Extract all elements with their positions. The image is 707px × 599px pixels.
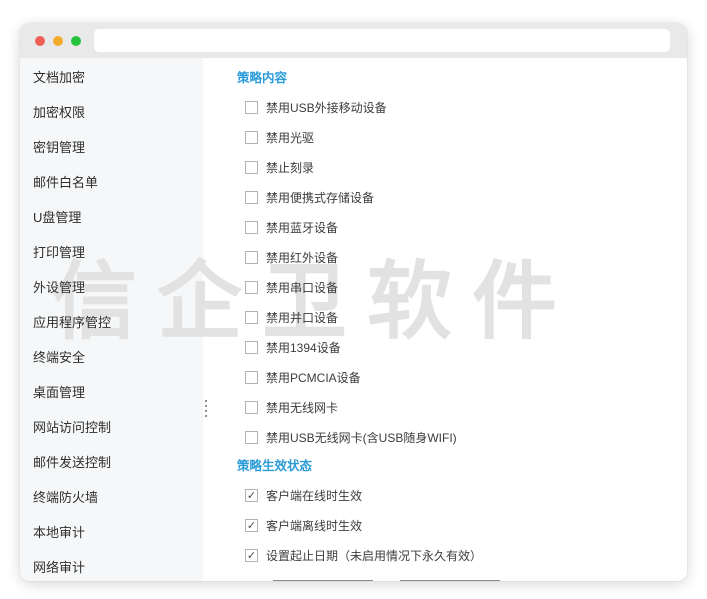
- checkbox-label: 禁用1394设备: [266, 339, 341, 356]
- checkbox-checked-icon[interactable]: ✓: [245, 519, 258, 532]
- window-controls: [35, 36, 81, 46]
- sidebar-item-5[interactable]: U盘管理: [20, 200, 203, 235]
- sidebar: 文档加密加密权限密钥管理邮件白名单U盘管理打印管理外设管理应用程序管控终端安全桌…: [20, 58, 203, 581]
- checkbox-label: 禁用无线网卡: [266, 399, 338, 416]
- checkbox-unchecked-icon[interactable]: [245, 251, 258, 264]
- checkbox-label: 禁用便携式存储设备: [266, 189, 374, 206]
- sidebar-item-2[interactable]: 加密权限: [20, 95, 203, 130]
- checkbox-unchecked-icon[interactable]: [245, 281, 258, 294]
- sidebar-item-3[interactable]: 密钥管理: [20, 130, 203, 165]
- address-bar-input[interactable]: [94, 29, 670, 52]
- checkbox-label: 禁用串口设备: [266, 279, 338, 296]
- checkbox-row[interactable]: 禁用并口设备: [237, 302, 687, 332]
- checkbox-label: 禁用蓝牙设备: [266, 219, 338, 236]
- checkbox-row[interactable]: 禁用红外设备: [237, 242, 687, 272]
- checkbox-unchecked-icon[interactable]: [245, 221, 258, 234]
- sidebar-item-14[interactable]: 本地审计: [20, 515, 203, 550]
- checkbox-row[interactable]: 禁用USB无线网卡(含USB随身WIFI): [237, 422, 687, 452]
- checkbox-label: 禁用光驱: [266, 129, 314, 146]
- checkbox-row[interactable]: 禁用USB外接移动设备: [237, 92, 687, 122]
- start-date-input[interactable]: [273, 572, 373, 581]
- checkbox-row[interactable]: 禁用蓝牙设备: [237, 212, 687, 242]
- checkbox-checked-icon[interactable]: ✓: [245, 549, 258, 562]
- sidebar-item-6[interactable]: 打印管理: [20, 235, 203, 270]
- checkbox-unchecked-icon[interactable]: [245, 311, 258, 324]
- checkbox-row[interactable]: ✓ 设置起止日期（未启用情况下永久有效）: [237, 540, 687, 570]
- sidebar-item-11[interactable]: 网站访问控制: [20, 410, 203, 445]
- content-area: 信企卫软件 文档加密加密权限密钥管理邮件白名单U盘管理打印管理外设管理应用程序管…: [20, 58, 687, 581]
- sidebar-item-13[interactable]: 终端防火墙: [20, 480, 203, 515]
- checkbox-label: 禁用并口设备: [266, 309, 338, 326]
- checkbox-row[interactable]: 禁用1394设备: [237, 332, 687, 362]
- sidebar-item-8[interactable]: 应用程序管控: [20, 305, 203, 340]
- sidebar-item-9[interactable]: 终端安全: [20, 340, 203, 375]
- checkbox-label: 设置起止日期（未启用情况下永久有效）: [266, 547, 482, 564]
- checkbox-checked-icon[interactable]: ✓: [245, 489, 258, 502]
- checkbox-row[interactable]: 禁止刻录: [237, 152, 687, 182]
- app-window: 信企卫软件 文档加密加密权限密钥管理邮件白名单U盘管理打印管理外设管理应用程序管…: [20, 23, 687, 581]
- date-range-row: [237, 572, 687, 581]
- checkbox-row[interactable]: ✓ 客户端离线时生效: [237, 510, 687, 540]
- checkbox-label: 禁用USB外接移动设备: [266, 99, 387, 116]
- minimize-button[interactable]: [53, 36, 63, 46]
- sidebar-item-7[interactable]: 外设管理: [20, 270, 203, 305]
- sidebar-item-4[interactable]: 邮件白名单: [20, 165, 203, 200]
- checkbox-row[interactable]: ✓ 客户端在线时生效: [237, 480, 687, 510]
- checkbox-unchecked-icon[interactable]: [245, 161, 258, 174]
- checkbox-unchecked-icon[interactable]: [245, 191, 258, 204]
- checkbox-row[interactable]: 禁用串口设备: [237, 272, 687, 302]
- sidebar-item-1[interactable]: 文档加密: [20, 60, 203, 95]
- close-button[interactable]: [35, 36, 45, 46]
- checkbox-row[interactable]: 禁用PCMCIA设备: [237, 362, 687, 392]
- checkbox-unchecked-icon[interactable]: [245, 401, 258, 414]
- checkbox-label: 客户端在线时生效: [266, 487, 362, 504]
- checkbox-row[interactable]: 禁用光驱: [237, 122, 687, 152]
- checkbox-unchecked-icon[interactable]: [245, 431, 258, 444]
- checkbox-label: 禁用红外设备: [266, 249, 338, 266]
- titlebar: [20, 23, 687, 58]
- checkbox-row[interactable]: 禁用便携式存储设备: [237, 182, 687, 212]
- checkbox-row[interactable]: 禁用无线网卡: [237, 392, 687, 422]
- drag-handle-icon[interactable]: [205, 400, 207, 417]
- sidebar-item-15[interactable]: 网络审计: [20, 550, 203, 581]
- checkbox-unchecked-icon[interactable]: [245, 101, 258, 114]
- checkbox-unchecked-icon[interactable]: [245, 341, 258, 354]
- end-date-input[interactable]: [400, 572, 500, 581]
- zoom-button[interactable]: [71, 36, 81, 46]
- checkbox-unchecked-icon[interactable]: [245, 371, 258, 384]
- sidebar-item-10[interactable]: 桌面管理: [20, 375, 203, 410]
- checkbox-label: 禁用USB无线网卡(含USB随身WIFI): [266, 429, 457, 446]
- policy-content-title: 策略内容: [237, 64, 687, 92]
- checkbox-label: 客户端离线时生效: [266, 517, 362, 534]
- checkbox-label: 禁止刻录: [266, 159, 314, 176]
- sidebar-item-12[interactable]: 邮件发送控制: [20, 445, 203, 480]
- checkbox-label: 禁用PCMCIA设备: [266, 369, 361, 386]
- policy-content-list: 禁用USB外接移动设备禁用光驱禁止刻录禁用便携式存储设备禁用蓝牙设备禁用红外设备…: [237, 92, 687, 452]
- policy-status-title: 策略生效状态: [237, 452, 687, 480]
- policy-status-list: ✓ 客户端在线时生效 ✓ 客户端离线时生效 ✓ 设置起止日期（未启用情况下永久有效）: [237, 480, 687, 570]
- main-panel: 策略内容 禁用USB外接移动设备禁用光驱禁止刻录禁用便携式存储设备禁用蓝牙设备禁…: [203, 58, 687, 581]
- checkbox-unchecked-icon[interactable]: [245, 131, 258, 144]
